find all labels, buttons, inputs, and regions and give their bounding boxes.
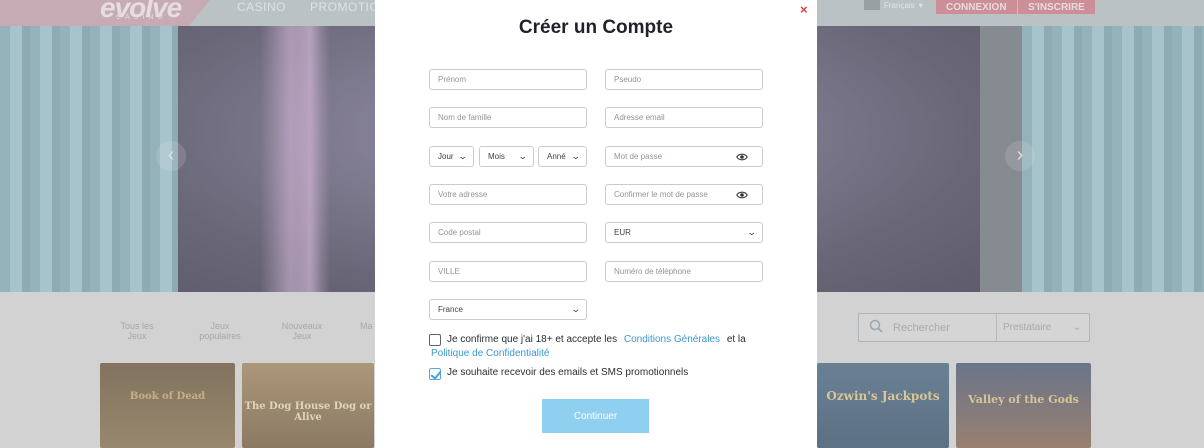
- birth-month-select[interactable]: Mois ⌄: [479, 146, 534, 167]
- chevron-down-icon: ⌄: [747, 227, 758, 237]
- address-placeholder: Votre adresse: [438, 190, 488, 199]
- login-button[interactable]: CONNEXION: [936, 0, 1017, 14]
- search-icon: [859, 319, 893, 336]
- birth-day-label: Jour: [438, 152, 454, 161]
- password-placeholder: Mot de passe: [614, 152, 663, 161]
- currency-value: EUR: [614, 228, 631, 237]
- chevron-down-icon: ⌄: [458, 151, 469, 161]
- game-tile[interactable]: Valley of the Gods: [956, 363, 1091, 448]
- close-icon[interactable]: ×: [800, 2, 808, 17]
- search-input[interactable]: Rechercher: [893, 322, 996, 334]
- registration-modal: × Créer un Compte Prénom Pseudo Nom de f…: [375, 0, 817, 448]
- chevron-down-icon: ⌄: [571, 304, 582, 314]
- game-tile[interactable]: The Dog House Dog or Alive: [242, 363, 374, 448]
- email-placeholder: Adresse email: [614, 113, 665, 122]
- terms-checkbox[interactable]: [429, 334, 441, 346]
- last-name-placeholder: Nom de famille: [438, 113, 492, 122]
- category-all-games[interactable]: Tous les Jeux: [112, 321, 162, 341]
- carousel-next-icon[interactable]: ›: [1005, 141, 1035, 171]
- terms-text-before: Je confirme que j'ai 18+ et accepte les: [447, 334, 618, 345]
- continue-button[interactable]: Continuer: [542, 399, 649, 433]
- username-field[interactable]: Pseudo: [605, 69, 763, 90]
- flag-icon: [864, 0, 880, 10]
- promo-checkbox[interactable]: [429, 368, 441, 380]
- terms-text-and: et la: [726, 334, 746, 345]
- game-tile-title: Ozwin's Jackpots: [826, 389, 940, 403]
- currency-select[interactable]: EUR ⌄: [605, 222, 763, 243]
- confirm-password-placeholder: Confirmer le mot de passe: [614, 190, 708, 199]
- postal-code-placeholder: Code postal: [438, 228, 481, 237]
- site-logo-sub: CASINO: [116, 14, 167, 21]
- game-search[interactable]: Rechercher Prestataire ⌄: [858, 313, 1090, 342]
- game-tile[interactable]: Book of Dead: [100, 363, 235, 448]
- country-value: France: [438, 305, 463, 314]
- country-select[interactable]: France ⌄: [429, 299, 587, 320]
- privacy-link[interactable]: Politique de Confidentialité: [431, 348, 549, 359]
- password-field[interactable]: Mot de passe: [605, 146, 763, 167]
- game-tile-title: Book of Dead: [129, 391, 206, 402]
- nav-casino[interactable]: CASINO: [237, 0, 286, 14]
- first-name-placeholder: Prénom: [438, 75, 467, 84]
- register-button[interactable]: S'INSCRIRE: [1018, 0, 1095, 14]
- phone-placeholder: Numéro de téléphone: [614, 267, 691, 276]
- confirm-password-field[interactable]: Confirmer le mot de passe: [605, 184, 763, 205]
- first-name-field[interactable]: Prénom: [429, 69, 587, 90]
- last-name-field[interactable]: Nom de famille: [429, 107, 587, 128]
- eye-icon[interactable]: [736, 189, 748, 201]
- carousel-prev-icon[interactable]: ‹: [156, 141, 186, 171]
- terms-text: Je confirme que j'ai 18+ et accepte les …: [431, 333, 746, 361]
- postal-code-field[interactable]: Code postal: [429, 222, 587, 243]
- terms-consent: Je confirme que j'ai 18+ et accepte les …: [429, 333, 769, 361]
- promo-consent: Je souhaite recevoir des emails et SMS p…: [429, 367, 688, 380]
- phone-field[interactable]: Numéro de téléphone: [605, 261, 763, 282]
- curtain-left: [0, 26, 178, 292]
- language-selector[interactable]: Français ▾: [864, 0, 923, 10]
- promo-text: Je souhaite recevoir des emails et SMS p…: [447, 367, 689, 378]
- email-field[interactable]: Adresse email: [605, 107, 763, 128]
- terms-link[interactable]: Conditions Générales: [624, 334, 720, 345]
- provider-label: Prestataire: [1003, 322, 1052, 333]
- birth-year-label: Anné: [547, 152, 566, 161]
- category-popular[interactable]: Jeux populaires: [194, 321, 246, 341]
- birth-month-label: Mois: [488, 152, 505, 161]
- category-more[interactable]: Ma: [360, 321, 376, 331]
- city-field[interactable]: VILLE: [429, 261, 587, 282]
- curtain-right: [1022, 26, 1204, 292]
- game-tile-title: The Dog House Dog or Alive: [244, 401, 372, 423]
- game-tile[interactable]: Ozwin's Jackpots: [817, 363, 949, 448]
- city-placeholder: VILLE: [438, 267, 460, 276]
- chevron-down-icon: ▾: [918, 0, 923, 10]
- light-beam: [290, 26, 330, 292]
- birth-day-select[interactable]: Jour ⌄: [429, 146, 474, 167]
- game-tile-title: Valley of the Gods: [968, 393, 1079, 406]
- chevron-down-icon: ⌄: [518, 151, 529, 161]
- language-label: Français: [884, 0, 915, 10]
- modal-title: Créer un Compte: [518, 17, 674, 38]
- category-new[interactable]: Nouveaux Jeux: [276, 321, 328, 341]
- username-placeholder: Pseudo: [614, 75, 642, 84]
- chevron-down-icon: ⌄: [571, 151, 582, 161]
- address-field[interactable]: Votre adresse: [429, 184, 587, 205]
- chevron-down-icon: ⌄: [1072, 322, 1081, 333]
- provider-select[interactable]: Prestataire ⌄: [997, 322, 1089, 333]
- birth-year-select[interactable]: Anné ⌄: [538, 146, 587, 167]
- eye-icon[interactable]: [736, 151, 748, 163]
